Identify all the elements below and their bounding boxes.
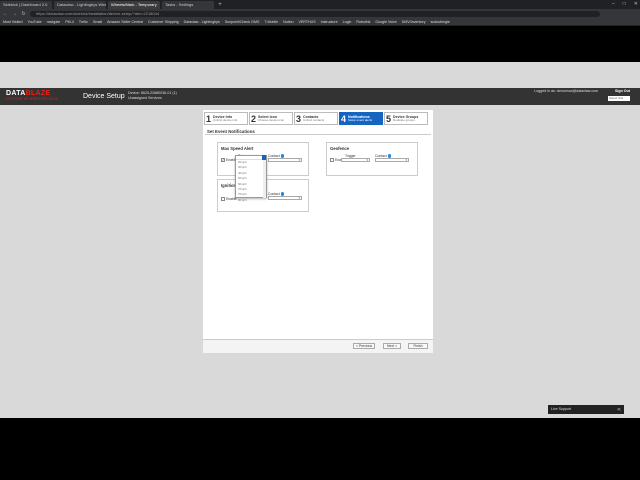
step-select-icon[interactable]: 2 Select Icon Choose device icon — [249, 112, 293, 125]
bookmark[interactable]: Gmail — [93, 20, 102, 24]
bookmark[interactable]: T-Mobile — [264, 20, 278, 24]
live-support-widget[interactable]: Live Support ⇱ — [548, 405, 624, 414]
chevron-down-icon: ▾ — [298, 196, 300, 200]
step-number: 1 — [206, 113, 212, 124]
logo-tagline: LIGHTING UP WIRELESS DATA — [6, 97, 58, 101]
bookmark[interactable]: Sunpoint/Check GMS — [225, 20, 260, 24]
browser-tab-bar: Sidekick | Dashboard 2.0 Dataclaw - Ligh… — [0, 0, 640, 9]
setup-panel: 1 Device Info Unlimit device info 2 Selec… — [203, 110, 433, 353]
contact-select[interactable]: ▾ — [375, 158, 409, 162]
step-number: 2 — [251, 113, 257, 124]
step-subtitle: Dedicate groups — [393, 117, 415, 122]
next-button[interactable]: Next > — [383, 343, 401, 349]
live-support-label: Live Support — [551, 407, 572, 411]
step-number: 4 — [341, 113, 347, 124]
bookmark[interactable]: VERTHUS — [299, 20, 316, 24]
bookmark[interactable]: Robolink — [356, 20, 370, 24]
checkbox[interactable]: ✓ — [221, 158, 225, 162]
site-search-input[interactable]: Select Site — [608, 96, 630, 101]
bookmark[interactable]: Instructure — [321, 20, 338, 24]
bookmark[interactable]: PM-4 — [65, 20, 74, 24]
step-subtitle: Setup event alerts — [348, 117, 373, 122]
close-icon[interactable]: ✕ — [634, 0, 638, 8]
chevron-down-icon: ▾ — [298, 158, 300, 162]
browser-tab[interactable]: Sidekick | Dashboard 2.0 — [0, 1, 52, 9]
step-subtitle: Unlimit contacts — [303, 117, 325, 122]
bookmark[interactable]: YouTube — [28, 20, 42, 24]
bookmark[interactable]: sudocbingle — [431, 20, 450, 24]
page-title: Device Setup — [83, 93, 125, 100]
chevron-down-icon: ▾ — [405, 158, 407, 162]
logo-text-accent: BLAZE — [25, 90, 51, 97]
bookmark[interactable]: Dataclaw - Lightingbys — [184, 20, 220, 24]
forward-icon[interactable]: → — [12, 11, 17, 17]
section-title: Set Event Notifications — [205, 128, 431, 135]
step-subtitle: Choose device icon — [258, 117, 285, 122]
datablaze-logo[interactable]: DATABLAZE LIGHTING UP WIRELESS DATA — [6, 90, 76, 102]
bookmark[interactable]: Customer Shipping — [148, 20, 179, 24]
checkbox[interactable] — [330, 158, 334, 162]
wizard-steps: 1 Device Info Unlimit device info 2 Selec… — [204, 112, 428, 125]
bookmark[interactable]: Amazon Seller Central — [107, 20, 143, 24]
card-title: Max Speed Alert — [221, 146, 254, 151]
step-subtitle: Unlimit device info — [213, 117, 238, 122]
device-status-text: Unassigned Services — [128, 96, 162, 100]
back-icon[interactable]: ← — [3, 11, 8, 17]
bookmark[interactable]: Trello — [79, 20, 88, 24]
finish-button[interactable]: Finish — [408, 343, 428, 349]
step-device-info[interactable]: 1 Device Info Unlimit device info — [204, 112, 248, 125]
card-title: Ignition — [221, 183, 237, 188]
step-number: 3 — [296, 113, 302, 124]
contact-select[interactable]: ▾ — [268, 158, 302, 162]
device-info: Device: 8625-22680036-01 (1) Unassigned … — [128, 91, 177, 101]
geofence-card: Geofence Enable Trigger ▾ Contact ▾ — [326, 142, 418, 176]
bookmark[interactable]: navigate — [47, 20, 61, 24]
chat-icon[interactable]: ⇱ — [618, 405, 621, 414]
trigger-select[interactable]: ▾ — [341, 158, 370, 162]
trigger-dropdown-list[interactable]: 20mph 30mph 40mph 50mph 60mph 70mph 75mp… — [235, 155, 267, 202]
minimize-icon[interactable]: – — [612, 0, 615, 8]
logo-text: DATA — [6, 90, 26, 97]
window-controls: – □ ✕ — [612, 0, 638, 8]
dropdown-scrollbar[interactable] — [263, 160, 266, 198]
browser-tab[interactable]: Tasks - Settings — [162, 1, 214, 9]
dropdown-option[interactable]: 80mph — [236, 198, 266, 203]
bookmark[interactable]: DMV/Inventory — [402, 20, 426, 24]
wizard-footer: < Previous Next > Finish — [203, 339, 433, 353]
step-notifications[interactable]: 4 Notifications Setup event alerts — [339, 112, 383, 125]
checkbox[interactable] — [221, 197, 225, 201]
bookmark[interactable]: Notion — [283, 20, 293, 24]
browser-tab[interactable]: Dataclaw - Lightingbys Wire — [54, 1, 106, 9]
chevron-down-icon: ▾ — [366, 158, 368, 162]
bookmarks-bar: Most Visited YouTube navigate PM-4 Trell… — [0, 18, 640, 26]
maximize-icon[interactable]: □ — [623, 0, 626, 8]
bookmark[interactable]: Google Voice — [375, 20, 396, 24]
dropdown-header[interactable] — [236, 155, 266, 160]
step-contacts[interactable]: 3 Contacts Unlimit contacts — [294, 112, 338, 125]
previous-button[interactable]: < Previous — [353, 343, 375, 349]
reload-icon[interactable]: ↻ — [21, 11, 26, 17]
logged-in-text: Logged in as: dcmorrow@dataclaw.com — [534, 89, 598, 93]
bookmark[interactable]: Login — [343, 20, 352, 24]
card-title: Geofence — [330, 146, 350, 151]
app-header: DATABLAZE LIGHTING UP WIRELESS DATA Devi… — [0, 88, 640, 105]
step-number: 5 — [386, 113, 392, 124]
signout-link[interactable]: Sign Out — [615, 89, 630, 93]
new-tab-button[interactable]: + — [216, 1, 224, 9]
bookmark[interactable]: Most Visited — [3, 20, 23, 24]
browser-tab-active[interactable]: Wheels/Mark - Temporary — [108, 1, 160, 9]
address-bar: ← → ↻ https://dataclaw.com/sidekick/inst… — [0, 9, 640, 18]
url-field[interactable]: https://dataclaw.com/sidekick/installati… — [30, 10, 600, 17]
contact-select[interactable]: ▾ — [268, 196, 302, 200]
step-device-groups[interactable]: 5 Device Groups Dedicate groups — [384, 112, 428, 125]
